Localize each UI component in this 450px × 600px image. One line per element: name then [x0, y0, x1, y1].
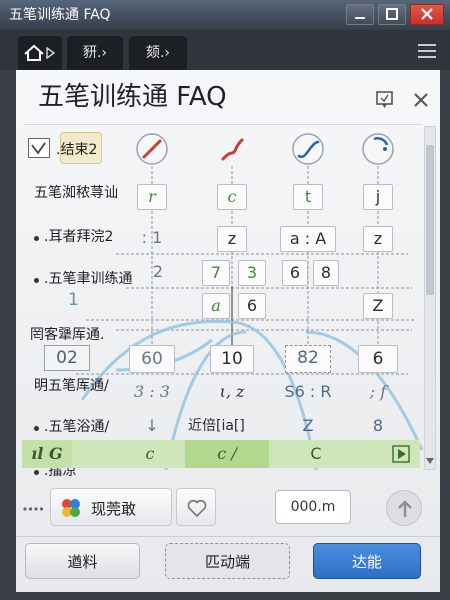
- list-item[interactable]: 罔客犟厍通.: [30, 325, 104, 345]
- footer-button-center[interactable]: 匹动端: [165, 543, 290, 579]
- highlight-cell: ıl G: [22, 440, 72, 468]
- code-cell: z: [363, 226, 393, 252]
- code-cell: Z: [363, 293, 393, 319]
- maximize-button[interactable]: [378, 4, 406, 25]
- code-cell: 3 : 3: [134, 382, 170, 401]
- code-cell: Z: [302, 416, 314, 435]
- app-window: 五笔训练通 FAQ 豜.› 颏.› 五笔训练通 FAQ .结束2 五笔洳秾荨讪 …: [0, 0, 450, 600]
- code-cell: ↓: [145, 416, 159, 435]
- panel-close-button[interactable]: [410, 89, 432, 111]
- pin-button[interactable]: [374, 89, 396, 111]
- close-icon: [421, 8, 433, 20]
- header-divider: [24, 124, 422, 125]
- code-cell: 2: [152, 262, 164, 281]
- code-cell: ι, z: [219, 382, 245, 401]
- dial-stroke-icon[interactable]: [361, 132, 395, 166]
- more-dots-icon[interactable]: [22, 506, 44, 512]
- heart-icon: [187, 499, 207, 518]
- tab-2[interactable]: 颏.›: [129, 36, 187, 70]
- list-item[interactable]: .五笔浴通/: [44, 417, 109, 437]
- page-title: 五笔训练通 FAQ: [38, 82, 227, 112]
- highlight-row[interactable]: ıl G c c / C: [22, 440, 420, 468]
- code-letter: r: [137, 184, 167, 210]
- code-cell: a : A: [280, 226, 336, 252]
- tab-home[interactable]: [18, 36, 62, 70]
- highlight-cell: c: [145, 444, 155, 463]
- code-cell: 近倍[ia[]: [188, 418, 245, 434]
- highlight-cell: C: [310, 444, 322, 463]
- bullet: [34, 426, 39, 431]
- maximize-icon: [386, 8, 398, 20]
- code-cell: 82: [285, 345, 331, 373]
- bullet: [34, 470, 39, 475]
- check-icon: [31, 141, 46, 155]
- bullet: [34, 236, 39, 241]
- item-checkbox[interactable]: [28, 138, 50, 158]
- list-item[interactable]: .结束2: [56, 140, 97, 160]
- minimize-button[interactable]: [346, 4, 374, 25]
- action-button[interactable]: 现莞敢: [50, 488, 172, 526]
- code-cell: : 1: [141, 228, 163, 247]
- list-item-number: 1: [68, 290, 79, 310]
- code-letter: c: [217, 184, 247, 210]
- vertical-scrollbar[interactable]: [424, 126, 436, 470]
- footer-button-primary[interactable]: 达能: [313, 543, 421, 579]
- scroll-up-button[interactable]: [386, 490, 422, 526]
- puzzle-icon: [62, 499, 80, 517]
- code-cell: 10: [210, 345, 254, 373]
- code-cell: z: [217, 226, 247, 252]
- list-item[interactable]: .耳者拜浣2: [44, 227, 113, 247]
- title-bar[interactable]: 五笔训练通 FAQ: [0, 0, 450, 30]
- close-icon: [414, 93, 428, 107]
- faq-panel: 五笔训练通 FAQ .结束2 五笔洳秾荨讪 .耳者拜浣2 .五笔聿训练通 1 罔…: [16, 70, 440, 592]
- list-item[interactable]: 明五笔厍通/: [34, 376, 109, 396]
- window-close-button[interactable]: [410, 4, 444, 25]
- tab-1[interactable]: 豜.›: [67, 36, 123, 70]
- bullet: [34, 278, 39, 283]
- value-field[interactable]: [275, 490, 351, 524]
- squiggle-stroke-icon[interactable]: [215, 132, 249, 166]
- scroll-down-icon[interactable]: [425, 455, 435, 467]
- code-letter: j: [363, 184, 393, 210]
- arrow-up-icon: [398, 500, 412, 517]
- code-cell: 6: [358, 345, 398, 373]
- list-item-code: 02: [44, 345, 90, 371]
- code-cell: 6: [282, 260, 308, 286]
- code-cell: 8: [372, 416, 384, 435]
- footer-divider: [16, 536, 440, 537]
- highlight-cell: c /: [185, 440, 269, 468]
- window-title: 五笔训练通 FAQ: [9, 7, 111, 23]
- toolbar: 豜.› 颏.›: [0, 30, 450, 70]
- pen-stroke-icon[interactable]: [135, 132, 169, 166]
- code-cell: 60: [129, 345, 175, 373]
- pin-icon: [376, 91, 393, 108]
- hamburger-menu-icon: [418, 44, 436, 58]
- play-icon[interactable]: [392, 445, 410, 463]
- action-button-label: 现莞敢: [91, 501, 137, 518]
- code-letter: t: [293, 184, 323, 210]
- code-cell: 6: [238, 293, 266, 319]
- code-cell: S6 : R: [284, 382, 332, 401]
- menu-button[interactable]: [416, 42, 438, 60]
- list-item[interactable]: .五笔聿训练通: [44, 269, 132, 289]
- minimize-icon: [355, 17, 365, 19]
- home-icon: [24, 44, 44, 61]
- favorite-button[interactable]: [176, 488, 216, 526]
- code-cell: 7: [202, 260, 230, 286]
- wave-stroke-icon[interactable]: [291, 132, 325, 166]
- footer-button-left[interactable]: 遒料: [25, 543, 140, 579]
- code-cell: 8: [313, 260, 339, 286]
- scrollbar-thumb[interactable]: [426, 145, 434, 295]
- expand-arrow-icon: [46, 47, 56, 59]
- code-cell: ; f: [369, 382, 387, 401]
- code-cell: 3: [238, 260, 266, 286]
- list-item[interactable]: 五笔洳秾荨讪: [34, 183, 118, 203]
- code-cell: a: [202, 293, 230, 319]
